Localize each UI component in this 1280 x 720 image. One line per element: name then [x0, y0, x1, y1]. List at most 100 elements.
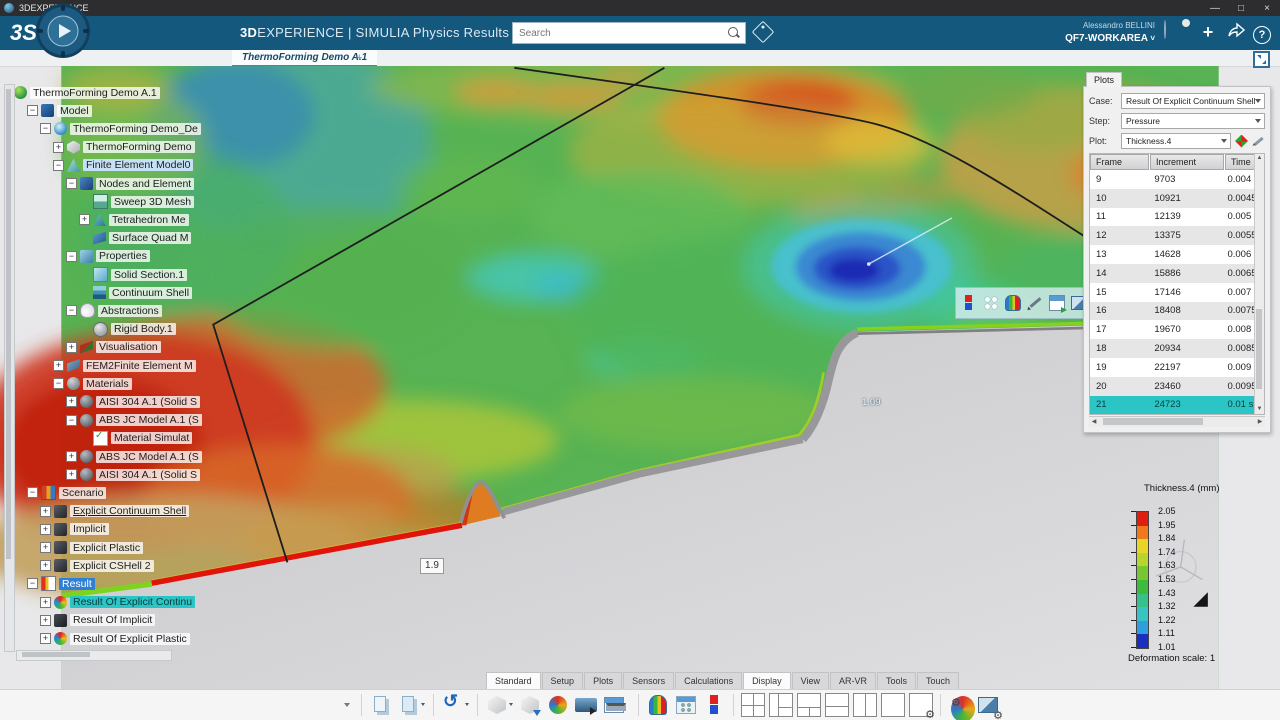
tree-item[interactable]: Rigid Body.1 — [79, 321, 176, 338]
model-tree[interactable]: ThermoForming Demo A.1−Model−ThermoFormi… — [14, 84, 274, 650]
frame-row[interactable]: 12133750.0055 s — [1090, 226, 1264, 245]
plots-panel-tab[interactable]: Plots — [1086, 72, 1122, 87]
isodown-toolbar-button[interactable] — [518, 693, 542, 717]
tree-item[interactable]: Material Simulat — [79, 430, 192, 447]
tablexp-viewport-icon[interactable] — [1048, 293, 1066, 313]
tree-item-label[interactable]: Properties — [96, 250, 150, 262]
ribbon-tab-display[interactable]: Display — [743, 672, 791, 689]
scrollbar-thumb[interactable] — [1103, 418, 1203, 425]
tree-item[interactable]: + Explicit Plastic — [40, 539, 143, 556]
expand-icon[interactable]: + — [40, 597, 51, 608]
tree-item[interactable]: −Materials — [53, 375, 132, 392]
case-dropdown[interactable]: Result Of Explicit Continuum Shell — [1121, 93, 1265, 109]
new-tab-button[interactable]: + — [356, 50, 362, 66]
tree-item[interactable]: −Properties — [66, 248, 150, 265]
video-toolbar-button[interactable] — [574, 693, 598, 717]
lay-bottom-toolbar-button[interactable] — [797, 693, 821, 717]
ribbon-tab-plots[interactable]: Plots — [584, 672, 622, 689]
ribbon-tab-standard[interactable]: Standard — [486, 672, 541, 689]
tree-item-label[interactable]: ThermoForming Demo A.1 — [30, 87, 160, 99]
tree-item-label[interactable]: ABS JC Model A.1 (S — [96, 451, 202, 463]
tree-item[interactable]: Solid Section.1 — [79, 266, 187, 283]
contour-toolbar-button[interactable] — [646, 693, 670, 717]
close-button[interactable]: × — [1254, 3, 1280, 14]
ribbon-tab-touch[interactable]: Touch — [917, 672, 959, 689]
scroll-down-icon[interactable]: ▼ — [1255, 405, 1264, 414]
tree-item[interactable]: − Scenario — [27, 484, 106, 501]
dots-viewport-icon[interactable] — [982, 293, 1000, 313]
ballgear-toolbar-button[interactable] — [948, 693, 972, 717]
tree-item-label[interactable]: Result Of Implicit — [70, 614, 155, 626]
tree-item-label[interactable]: Scenario — [59, 487, 106, 499]
tree-item-label[interactable]: FEM2Finite Element M — [83, 360, 196, 372]
shotgear-toolbar-button[interactable] — [976, 693, 1000, 717]
expand-icon[interactable]: + — [66, 469, 77, 480]
table-horizontal-scrollbar[interactable]: ◀ ▶ — [1089, 416, 1265, 427]
expand-icon[interactable]: + — [40, 524, 51, 535]
tree-item-label[interactable]: Nodes and Element — [96, 178, 194, 190]
scroll-left-icon[interactable]: ◀ — [1089, 417, 1099, 427]
lay-gear-toolbar-button[interactable] — [909, 693, 933, 717]
frame-row[interactable]: 997030.004 s — [1090, 170, 1264, 189]
tree-item[interactable]: −ThermoForming Demo_De — [40, 120, 201, 137]
scrollbar-thumb[interactable] — [6, 89, 11, 559]
step-dropdown[interactable]: Pressure — [1121, 113, 1265, 129]
column-header[interactable]: Frame — [1090, 154, 1149, 170]
tree-item[interactable]: +ABS JC Model A.1 (S — [66, 448, 202, 465]
search-input[interactable] — [513, 28, 727, 39]
tree-item-label[interactable]: Model — [57, 105, 92, 117]
tree-item-label[interactable]: Rigid Body.1 — [111, 323, 176, 335]
spectrum-icon[interactable] — [1235, 135, 1248, 148]
tree-item[interactable]: +Result Of Implicit — [40, 612, 155, 629]
lay-left-toolbar-button[interactable] — [769, 693, 793, 717]
tree-item-label[interactable]: Surface Quad M — [109, 232, 191, 244]
tree-item[interactable]: Sweep 3D Mesh — [79, 193, 194, 210]
frame-row[interactable]: 19221970.009 s — [1090, 358, 1264, 377]
expand-icon[interactable]: + — [40, 633, 51, 644]
tree-vertical-scrollbar[interactable] — [4, 84, 15, 652]
tree-item[interactable]: +Tetrahedron Me — [79, 211, 189, 228]
iso-toolbar-button[interactable] — [485, 693, 509, 717]
lay-single-toolbar-button[interactable] — [881, 693, 905, 717]
expand-icon[interactable]: + — [40, 542, 51, 553]
scrollbar-thumb[interactable] — [22, 652, 90, 657]
tree-item-label[interactable]: ABS JC Model A.1 (S — [96, 414, 202, 426]
collapse-icon[interactable]: − — [66, 178, 77, 189]
ribbon-tab-ar-vr[interactable]: AR-VR — [830, 672, 876, 689]
tree-item-label[interactable]: Tetrahedron Me — [109, 214, 189, 226]
ball-toolbar-button[interactable] — [546, 693, 570, 717]
collapse-icon[interactable]: − — [53, 378, 64, 389]
scroll-up-icon[interactable]: ▲ — [1255, 154, 1264, 163]
expand-icon[interactable]: + — [53, 360, 64, 371]
scrollbar-thumb[interactable] — [1256, 309, 1262, 389]
tree-item[interactable]: −Abstractions — [66, 302, 162, 319]
tree-horizontal-scrollbar[interactable] — [16, 650, 172, 661]
share-icon[interactable] — [1226, 22, 1246, 42]
tree-item-label[interactable]: Visualisation — [96, 341, 161, 353]
expand-icon[interactable]: + — [66, 342, 77, 353]
expand-icon[interactable]: + — [40, 506, 51, 517]
ribbon-tab-tools[interactable]: Tools — [877, 672, 916, 689]
collapse-icon[interactable]: − — [40, 123, 51, 134]
ribbon-tab-setup[interactable]: Setup — [542, 672, 584, 689]
tree-item-label[interactable]: Result — [59, 578, 95, 590]
maximize-button[interactable]: □ — [1228, 3, 1254, 14]
tree-item-label[interactable]: Implicit — [70, 523, 109, 535]
user-avatar[interactable] — [1164, 21, 1188, 45]
legend-viewport-icon[interactable] — [960, 293, 978, 313]
tree-item[interactable]: −Result — [27, 575, 95, 592]
copy-toolbar-button[interactable] — [369, 693, 393, 717]
collapse-icon[interactable]: − — [27, 487, 38, 498]
tree-item[interactable]: ThermoForming Demo A.1 — [14, 84, 160, 101]
frame-row[interactable]: 14158860.0065 s — [1090, 264, 1264, 283]
tree-item-label[interactable]: Continuum Shell — [109, 287, 192, 299]
frame-row[interactable]: 18209340.0085 s — [1090, 339, 1264, 358]
frame-row[interactable]: 10109210.0045 s — [1090, 189, 1264, 208]
tree-item[interactable]: + Implicit — [40, 521, 109, 538]
tree-item[interactable]: + Visualisation — [66, 339, 161, 356]
ribbon-tab-view[interactable]: View — [792, 672, 829, 689]
tree-item-label[interactable]: Result Of Explicit Continu — [70, 596, 195, 608]
tree-item[interactable]: +ThermoForming Demo — [53, 139, 195, 156]
tree-item-label[interactable]: Explicit Plastic — [70, 542, 143, 554]
frame-row[interactable]: 13146280.006 s — [1090, 245, 1264, 264]
